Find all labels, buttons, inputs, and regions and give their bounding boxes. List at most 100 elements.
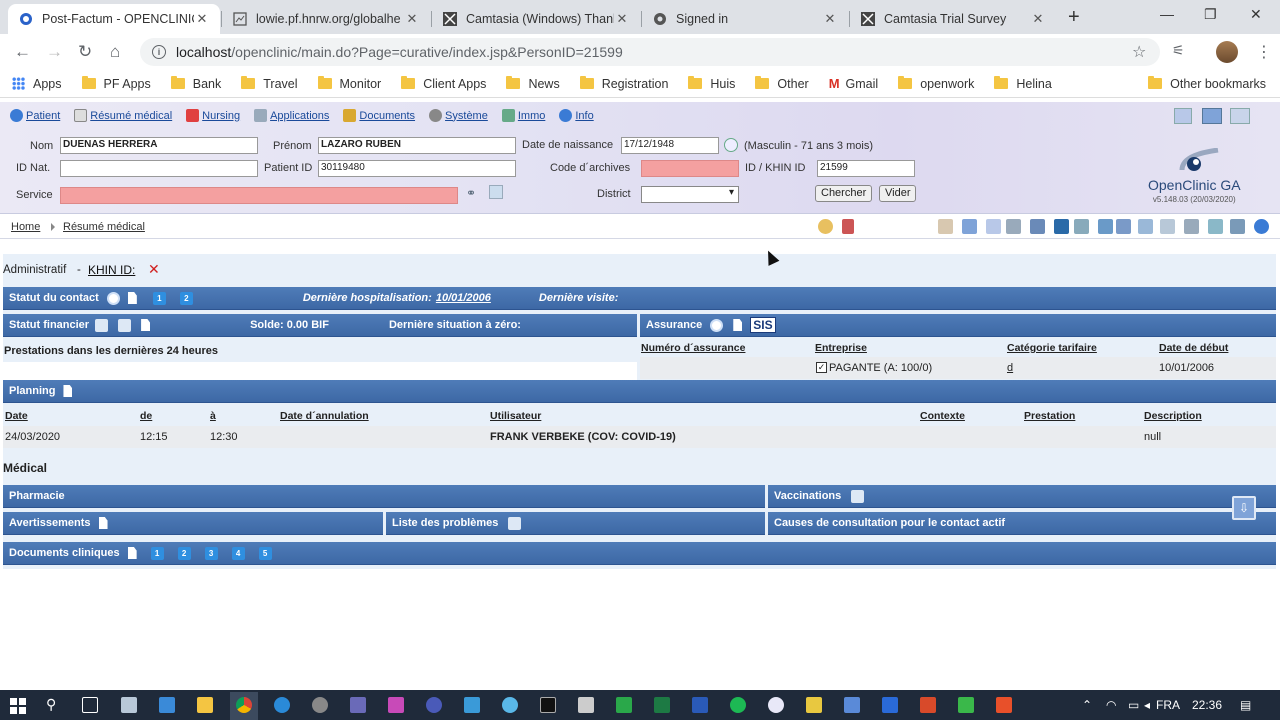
pill-icon[interactable] bbox=[818, 219, 833, 234]
app-icon[interactable] bbox=[578, 697, 594, 713]
mail-icon[interactable] bbox=[121, 697, 137, 713]
app-icon[interactable] bbox=[502, 697, 518, 713]
forward-icon[interactable]: → bbox=[46, 42, 63, 62]
menu-patient[interactable]: Patient bbox=[10, 109, 60, 122]
close-tab-icon[interactable]: ✕ bbox=[194, 11, 210, 27]
new-tab-icon[interactable]: + bbox=[1068, 6, 1080, 29]
vider-button[interactable]: Vider bbox=[879, 185, 917, 202]
chart-icon[interactable] bbox=[1138, 219, 1153, 234]
close-tab-icon[interactable]: ✕ bbox=[614, 11, 630, 27]
powerpoint-icon[interactable] bbox=[920, 697, 936, 713]
word-icon[interactable] bbox=[692, 697, 708, 713]
bookmark-client-apps[interactable]: Client Apps bbox=[401, 76, 486, 91]
scroll-down-icon[interactable]: ⇩ bbox=[1232, 496, 1256, 520]
lab-icon[interactable] bbox=[1098, 219, 1113, 234]
close-tab-icon[interactable]: ✕ bbox=[404, 11, 420, 27]
menu-systeme[interactable]: Système bbox=[429, 109, 488, 122]
menu-resume-medical[interactable]: Résumé médical bbox=[74, 109, 172, 122]
nom-field[interactable]: DUENAS HERRERA bbox=[60, 137, 258, 154]
tab-camtasia-survey[interactable]: Camtasia Trial Survey ✕ bbox=[850, 4, 1056, 34]
pen-icon[interactable] bbox=[388, 697, 404, 713]
battery-icon[interactable]: ▭ bbox=[1128, 698, 1139, 712]
idnat-field[interactable] bbox=[60, 160, 258, 177]
reload-icon[interactable]: ↻ bbox=[78, 42, 92, 62]
app-icon[interactable] bbox=[768, 697, 784, 713]
planning-row[interactable]: 24/03/2020 12:15 12:30 FRANK VERBEKE (CO… bbox=[3, 426, 1276, 448]
windows-start-icon[interactable] bbox=[10, 698, 26, 714]
app-icon[interactable] bbox=[806, 697, 822, 713]
camera-icon[interactable] bbox=[986, 219, 1001, 234]
tab-signed-in[interactable]: Signed in ✕ bbox=[642, 4, 848, 34]
doc-badge-1[interactable]: 1 bbox=[150, 546, 164, 560]
recycle-icon[interactable] bbox=[489, 185, 503, 199]
eraser-icon[interactable] bbox=[1006, 219, 1021, 234]
delete-icon[interactable]: ✕ bbox=[148, 261, 160, 278]
patientid-field[interactable]: 30119480 bbox=[318, 160, 516, 177]
doc-badge-4[interactable]: 4 bbox=[231, 546, 245, 560]
tab-lowie[interactable]: lowie.pf.hnrw.org/globalhe ✕ bbox=[222, 4, 430, 34]
close-tab-icon[interactable]: ✕ bbox=[1030, 11, 1046, 27]
document-icon[interactable] bbox=[733, 319, 743, 331]
clock-icon[interactable] bbox=[106, 291, 120, 305]
district-select[interactable]: ▾ bbox=[641, 186, 739, 203]
grid-icon[interactable] bbox=[1030, 219, 1045, 234]
col-description[interactable]: Description bbox=[1144, 410, 1202, 422]
insurance-categorie[interactable]: d bbox=[1007, 362, 1013, 374]
col-date[interactable]: Date bbox=[5, 410, 28, 422]
menu-nursing[interactable]: Nursing bbox=[186, 109, 240, 122]
task-view-icon[interactable] bbox=[82, 697, 98, 713]
bookmark-openwork[interactable]: openwork bbox=[898, 76, 974, 91]
bookmark-bank[interactable]: Bank bbox=[170, 76, 221, 91]
col-date-debut[interactable]: Date de début bbox=[1159, 342, 1228, 354]
camtasia-icon[interactable] bbox=[616, 697, 632, 713]
monitor-icon[interactable] bbox=[1230, 219, 1245, 234]
col-categorie[interactable]: Catégorie tarifaire bbox=[1007, 342, 1097, 354]
toolbar-icon[interactable] bbox=[938, 219, 953, 234]
address-bar[interactable]: i localhost/openclinic/main.do?Page=cura… bbox=[140, 38, 1160, 66]
causes-bar[interactable]: Causes de consultation pour le contact a… bbox=[768, 512, 1276, 535]
bookmark-news[interactable]: News bbox=[506, 76, 560, 91]
calendar-icon[interactable] bbox=[724, 138, 738, 152]
menu-info[interactable]: Info bbox=[559, 109, 594, 122]
camtasia-recorder-icon[interactable] bbox=[958, 697, 974, 713]
bookmark-gmail[interactable]: M Gmail bbox=[829, 76, 879, 91]
bookmark-apps[interactable]: Apps bbox=[12, 77, 62, 91]
document-icon[interactable] bbox=[127, 292, 137, 304]
document-icon[interactable] bbox=[141, 319, 151, 331]
chercher-button[interactable]: Chercher bbox=[815, 185, 873, 202]
col-annulation[interactable]: Date d´annulation bbox=[280, 410, 369, 422]
bookmark-travel[interactable]: Travel bbox=[241, 76, 298, 91]
back-icon[interactable]: ← bbox=[14, 42, 31, 62]
lightning-icon[interactable] bbox=[464, 697, 480, 713]
doc-badge-5[interactable]: 5 bbox=[258, 546, 272, 560]
close-tab-icon[interactable]: ✕ bbox=[822, 11, 838, 27]
window-icon[interactable] bbox=[1208, 219, 1223, 234]
extension-icon[interactable]: ⚟ bbox=[1172, 42, 1185, 59]
col-a[interactable]: à bbox=[210, 410, 216, 422]
coins-icon[interactable] bbox=[118, 318, 132, 332]
insurance-row[interactable]: ✓ PAGANTE (A: 100/0) d 10/01/2006 bbox=[640, 357, 1276, 379]
bookmark-huis[interactable]: Huis bbox=[688, 76, 735, 91]
bookmark-other[interactable]: Other bbox=[755, 76, 809, 91]
menu-applications[interactable]: Applications bbox=[254, 109, 329, 122]
prenom-field[interactable]: LAZARO RUBEN bbox=[318, 137, 516, 154]
clock-icon[interactable] bbox=[710, 318, 724, 332]
col-contexte[interactable]: Contexte bbox=[920, 410, 965, 422]
avertissements-bar[interactable]: Avertissements bbox=[3, 512, 383, 535]
checkbox-checked-icon[interactable]: ✓ bbox=[816, 362, 827, 373]
tray-chevron-icon[interactable]: ⌃ bbox=[1082, 698, 1092, 712]
dob-field[interactable]: 17/12/1948 bbox=[621, 137, 719, 154]
app-icon[interactable] bbox=[159, 697, 175, 713]
doc-badge-2[interactable]: 2 bbox=[177, 546, 191, 560]
home-icon[interactable]: ⌂ bbox=[110, 42, 120, 62]
scan-icon[interactable] bbox=[1230, 108, 1250, 124]
tab-camtasia-thanks[interactable]: Camtasia (Windows) Thank ✕ bbox=[432, 4, 640, 34]
breadcrumb-resume[interactable]: Résumé médical bbox=[63, 221, 145, 233]
camtasia-editor-icon[interactable] bbox=[996, 697, 1012, 713]
vaccinations-bar[interactable]: Vaccinations bbox=[768, 485, 1276, 508]
vehicle-icon[interactable] bbox=[1184, 219, 1199, 234]
document-icon[interactable] bbox=[127, 547, 137, 559]
service-field[interactable] bbox=[60, 187, 458, 204]
notification-icon[interactable]: ▤ bbox=[1240, 698, 1251, 712]
syringe-icon[interactable] bbox=[851, 489, 865, 503]
